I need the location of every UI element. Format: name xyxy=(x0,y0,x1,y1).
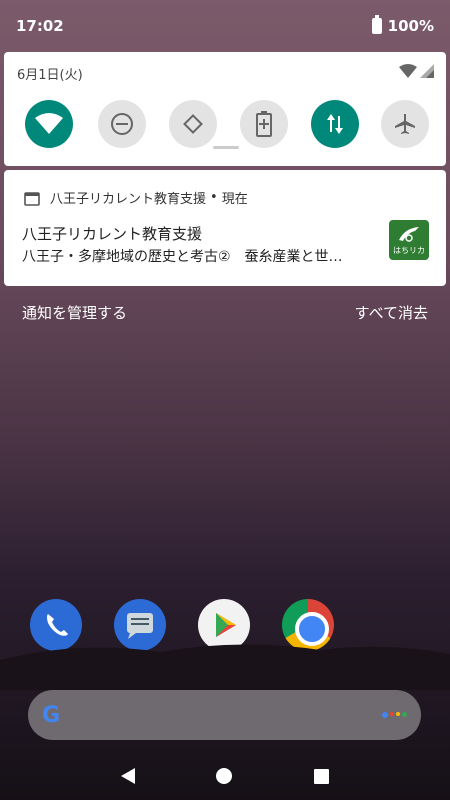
mobile-data-tile[interactable] xyxy=(311,100,359,148)
notification-app-name: 八王子リカレント教育支援 xyxy=(50,192,207,207)
quick-settings-panel: 6月1日(火) xyxy=(4,52,446,166)
notification-title: 八王子リカレント教育支援 xyxy=(22,225,203,243)
battery-saver-icon xyxy=(256,111,272,137)
auto-rotate-tile[interactable] xyxy=(169,100,217,148)
dnd-icon xyxy=(111,113,133,135)
notification-separator: • xyxy=(210,190,218,205)
cell-signal-icon xyxy=(420,64,434,78)
quick-settings-tiles xyxy=(4,100,446,150)
panel-drag-handle[interactable] xyxy=(213,146,239,149)
back-button[interactable] xyxy=(120,768,135,784)
dnd-tile[interactable] xyxy=(98,100,146,148)
assistant-icon[interactable] xyxy=(382,712,407,718)
clock: 17:02 xyxy=(16,17,64,35)
app-logo: はちリカ xyxy=(389,220,429,260)
signal-indicators xyxy=(399,64,434,78)
airplane-icon xyxy=(395,114,415,134)
notification-card[interactable]: 八王子リカレント教育支援 • 現在 八王子リカレント教育支援 八王子・多摩地域の… xyxy=(4,170,446,286)
date-label[interactable]: 6月1日(火) xyxy=(17,64,83,83)
recents-button[interactable] xyxy=(314,768,330,784)
battery-icon xyxy=(371,15,382,34)
logo-brand-text: はちリカ xyxy=(393,246,425,255)
notification-actions: 通知を管理する すべて消去 xyxy=(0,302,450,326)
notification-text: 八王子・多摩地域の歴史と考古② 蚕糸産業と世… xyxy=(22,249,343,265)
status-bar: 17:02 100% xyxy=(0,0,450,52)
home-button[interactable] xyxy=(216,768,233,784)
battery-level: 100% xyxy=(387,17,434,35)
clear-all-button[interactable]: すべて消去 xyxy=(355,302,428,323)
calendar-icon xyxy=(24,191,40,206)
airplane-mode-tile[interactable] xyxy=(381,100,429,148)
notification-time: 現在 xyxy=(221,192,248,207)
wallpaper-hills xyxy=(0,644,450,690)
navigation-bar xyxy=(0,752,450,800)
notification-header: 八王子リカレント教育支援 • 現在 xyxy=(24,188,248,207)
data-arrows-icon xyxy=(327,114,343,134)
status-right: 100% xyxy=(371,15,434,35)
google-search-bar[interactable]: G xyxy=(28,690,421,740)
manage-notifications-button[interactable]: 通知を管理する xyxy=(22,302,127,323)
wifi-signal-icon xyxy=(399,64,417,78)
rotate-icon xyxy=(183,114,203,134)
hachirika-logo-icon xyxy=(399,227,419,242)
battery-saver-tile[interactable] xyxy=(240,100,288,148)
wifi-icon xyxy=(35,113,63,134)
google-icon: G xyxy=(42,702,61,728)
wifi-tile[interactable] xyxy=(25,100,73,148)
